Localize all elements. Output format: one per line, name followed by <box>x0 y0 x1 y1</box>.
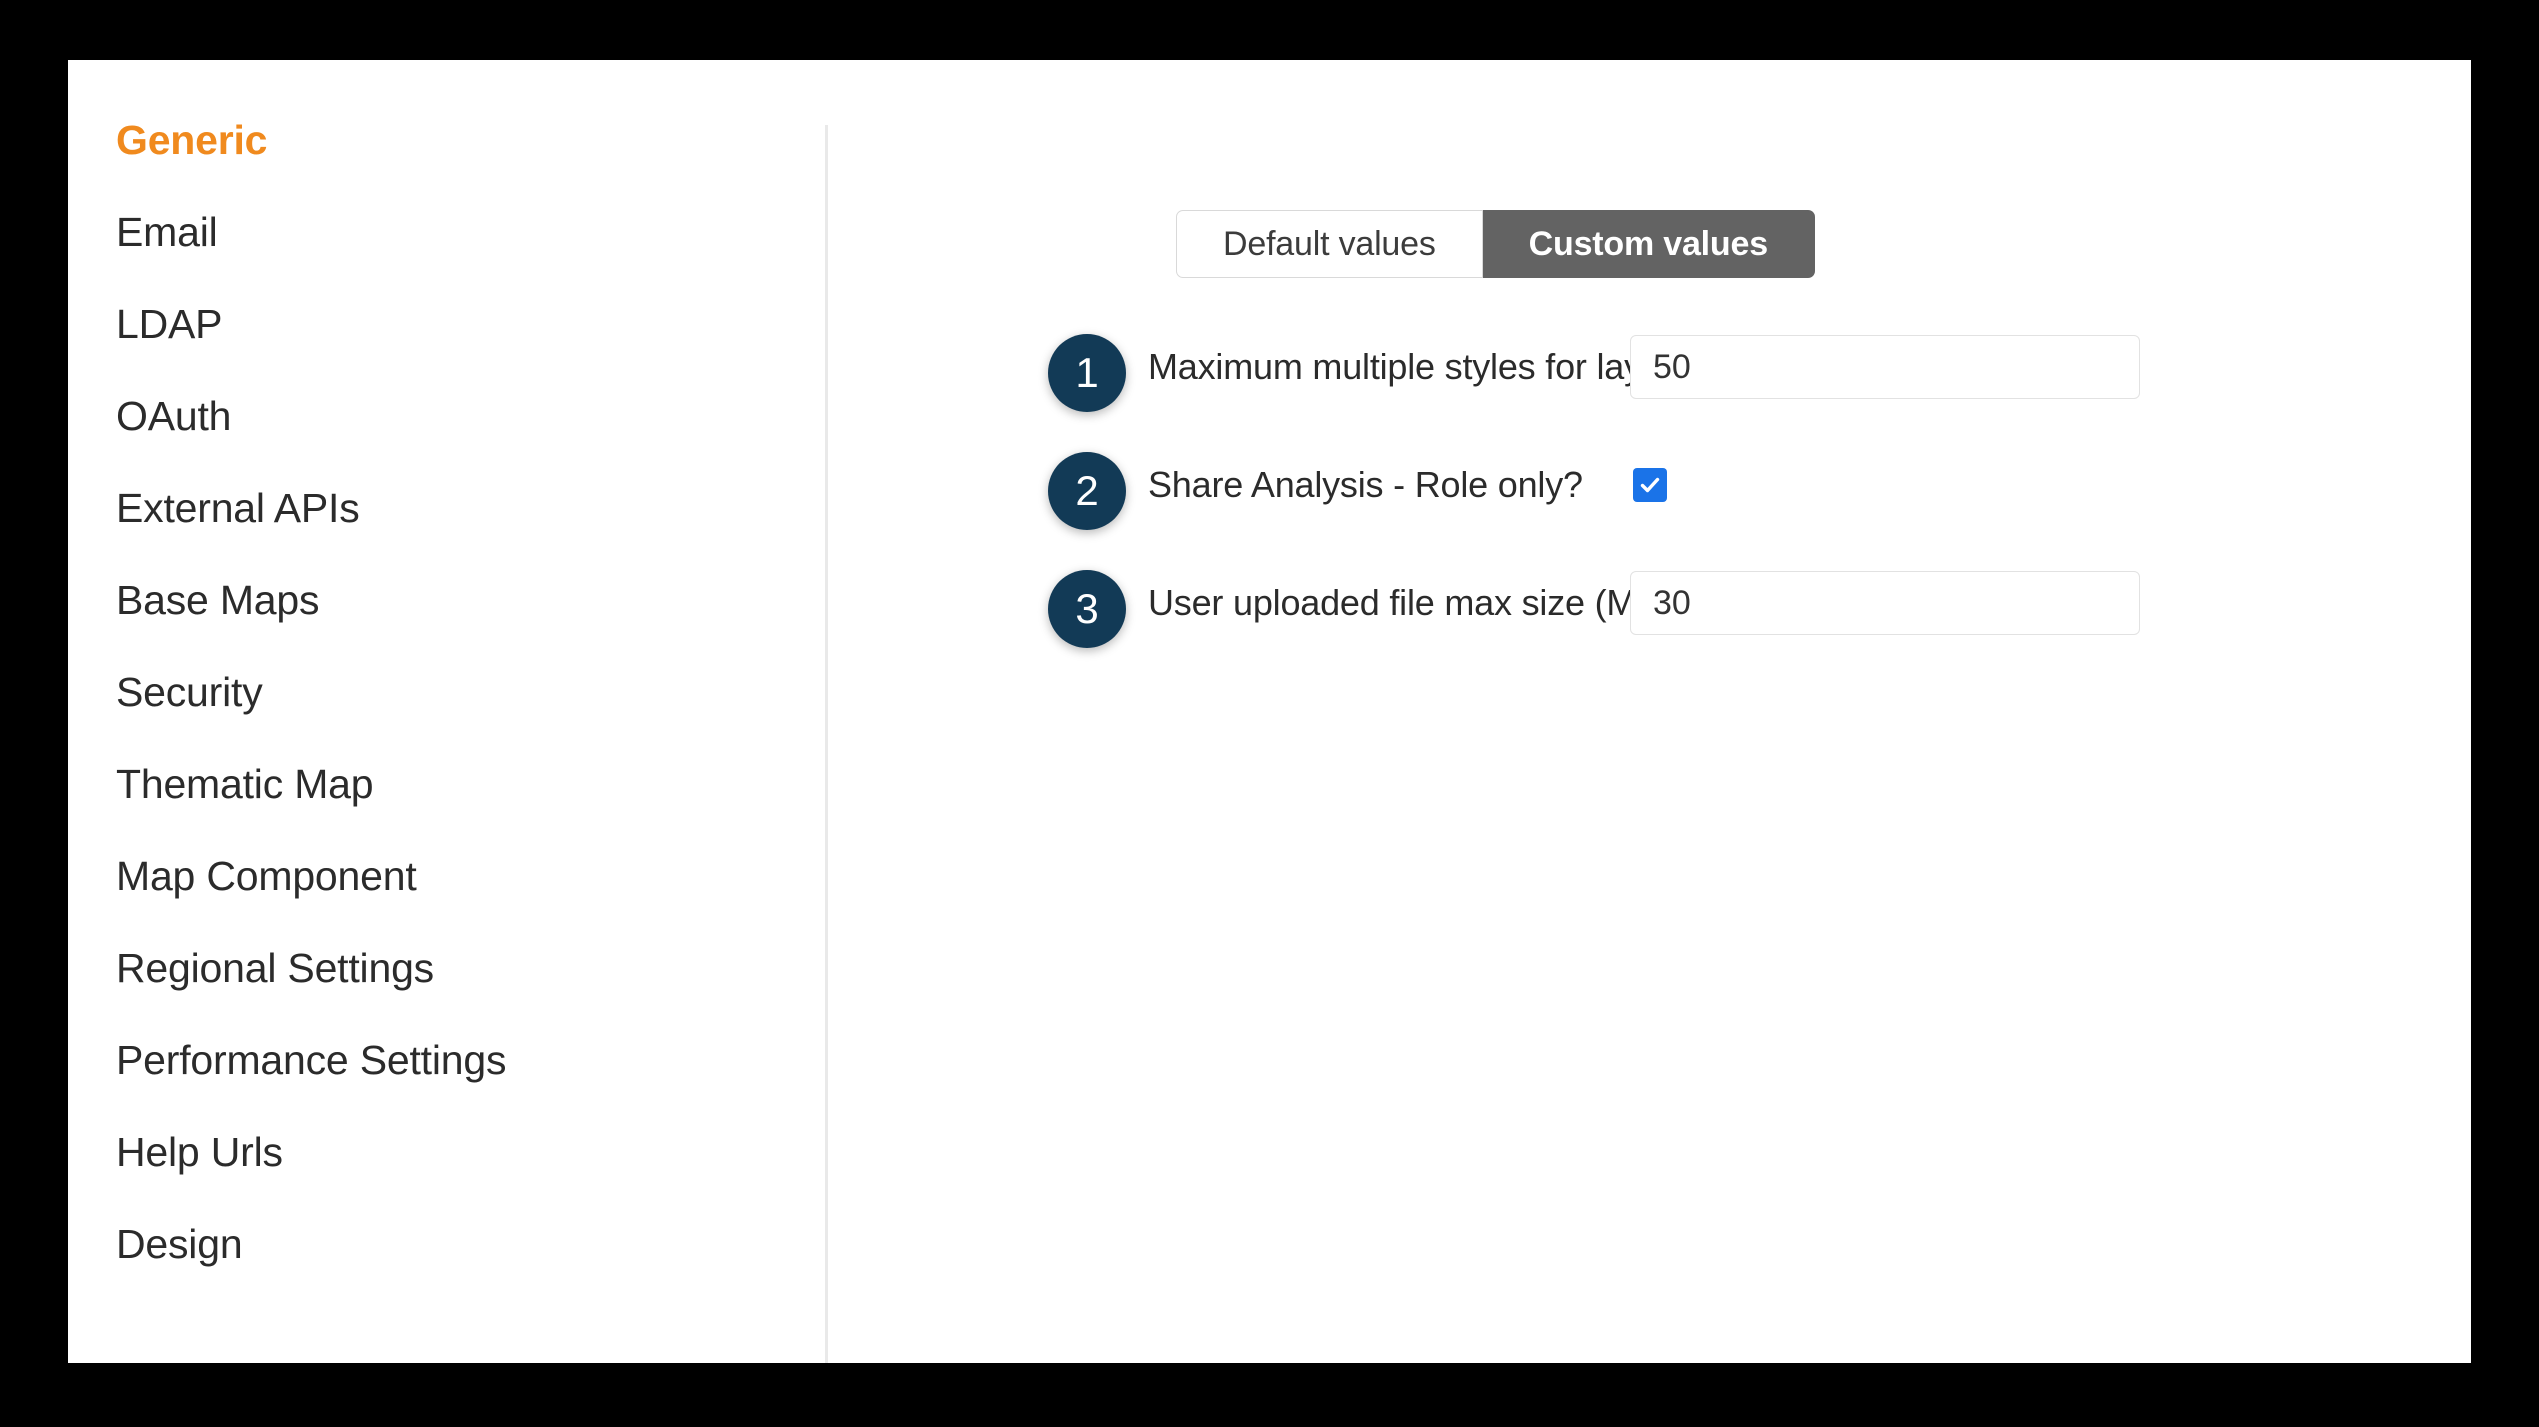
max-multiple-styles-input[interactable] <box>1630 335 2140 399</box>
tab-custom-values-label: Custom values <box>1528 224 1768 263</box>
step-badge-number: 1 <box>1075 349 1099 396</box>
sidebar-item-external-apis[interactable]: External APIs <box>68 462 826 554</box>
sidebar-item-label: Map Component <box>116 853 417 899</box>
step-badge-1: 1 <box>1048 334 1126 412</box>
sidebar-item-security[interactable]: Security <box>68 646 826 738</box>
sidebar-item-label: Design <box>116 1221 243 1267</box>
setting-row: 3 User uploaded file max size (MB) <box>826 564 2471 682</box>
settings-form: 1 Maximum multiple styles for layer 2 Sh… <box>826 328 2471 682</box>
sidebar-item-label: Generic <box>116 117 268 163</box>
settings-content: Default values Custom values 1 Maximum m… <box>826 60 2471 1363</box>
values-mode-toggle: Default values Custom values <box>1176 210 1815 278</box>
user-uploaded-file-max-size-input[interactable] <box>1630 571 2140 635</box>
sidebar-item-generic[interactable]: Generic <box>68 94 826 186</box>
tab-custom-values[interactable]: Custom values <box>1482 210 1815 278</box>
step-badge-3: 3 <box>1048 570 1126 648</box>
sidebar-item-base-maps[interactable]: Base Maps <box>68 554 826 646</box>
setting-label-share-analysis-role-only: Share Analysis - Role only? <box>1148 464 1583 505</box>
sidebar-item-design[interactable]: Design <box>68 1198 826 1290</box>
sidebar-item-label: External APIs <box>116 485 360 531</box>
sidebar-item-label: OAuth <box>116 393 232 439</box>
sidebar-item-label: Base Maps <box>116 577 320 623</box>
step-badge-number: 3 <box>1075 585 1099 632</box>
setting-label-max-multiple-styles: Maximum multiple styles for layer <box>1148 346 1674 387</box>
sidebar-item-performance-settings[interactable]: Performance Settings <box>68 1014 826 1106</box>
sidebar-item-oauth[interactable]: OAuth <box>68 370 826 462</box>
step-badge-number: 2 <box>1075 467 1099 514</box>
tab-default-values[interactable]: Default values <box>1176 210 1483 278</box>
setting-label-user-uploaded-file-max-size: User uploaded file max size (MB) <box>1148 582 1672 623</box>
setting-row: 1 Maximum multiple styles for layer <box>826 328 2471 446</box>
setting-row: 2 Share Analysis - Role only? <box>826 446 2471 564</box>
sidebar-item-label: Regional Settings <box>116 945 434 991</box>
sidebar-item-thematic-map[interactable]: Thematic Map <box>68 738 826 830</box>
settings-sidebar: Generic Email LDAP OAuth External APIs B… <box>68 60 828 1363</box>
screenshot-root: Generic Email LDAP OAuth External APIs B… <box>0 0 2539 1427</box>
sidebar-item-label: LDAP <box>116 301 223 347</box>
setting-field-wrap <box>1630 328 2140 406</box>
step-badge-2: 2 <box>1048 452 1126 530</box>
sidebar-item-label: Thematic Map <box>116 761 374 807</box>
tab-default-values-label: Default values <box>1223 224 1436 263</box>
sidebar-item-label: Security <box>116 669 263 715</box>
setting-field-wrap <box>1630 446 2140 524</box>
sidebar-item-email[interactable]: Email <box>68 186 826 278</box>
sidebar-item-label: Performance Settings <box>116 1037 507 1083</box>
share-analysis-role-only-checkbox[interactable] <box>1633 468 1667 502</box>
sidebar-item-ldap[interactable]: LDAP <box>68 278 826 370</box>
check-icon <box>1640 477 1660 493</box>
settings-card: Generic Email LDAP OAuth External APIs B… <box>68 60 2471 1363</box>
sidebar-item-help-urls[interactable]: Help Urls <box>68 1106 826 1198</box>
sidebar-item-regional-settings[interactable]: Regional Settings <box>68 922 826 1014</box>
setting-field-wrap <box>1630 564 2140 642</box>
sidebar-item-label: Email <box>116 209 218 255</box>
sidebar-item-label: Help Urls <box>116 1129 283 1175</box>
sidebar-item-map-component[interactable]: Map Component <box>68 830 826 922</box>
